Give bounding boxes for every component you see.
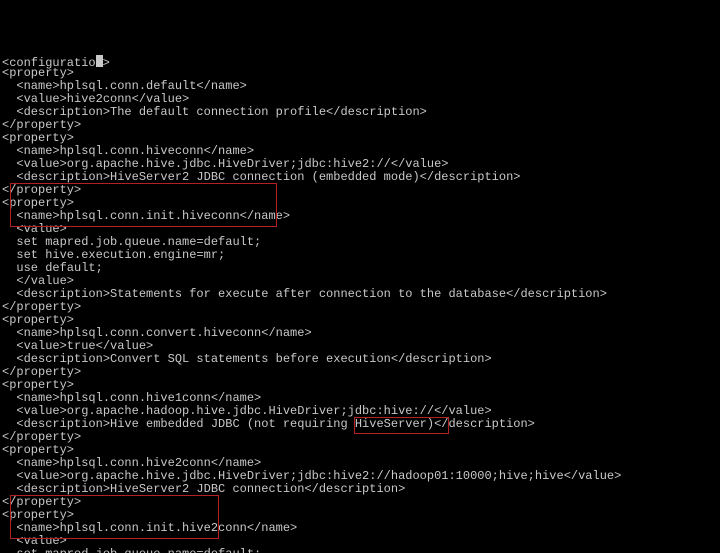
terminal-line: <description>HiveServer2 JDBC connection… <box>2 483 718 496</box>
terminal-line: <description>Hive embedded JDBC (not req… <box>2 418 718 431</box>
terminal-line: <description>The default connection prof… <box>2 106 718 119</box>
terminal-line: </property> <box>2 496 718 509</box>
terminal-line: set hive.execution.engine=mr; <box>2 249 718 262</box>
terminal-line: </property> <box>2 431 718 444</box>
terminal-line: <configuratio> <box>2 54 718 67</box>
terminal-line: </property> <box>2 301 718 314</box>
terminal-output: <configuratio><property> <name>hplsql.co… <box>2 54 718 553</box>
terminal-line: set mapred.job.queue.name=default; <box>2 548 718 553</box>
terminal-line: <description>Convert SQL statements befo… <box>2 353 718 366</box>
terminal-line: <description>HiveServer2 JDBC connection… <box>2 171 718 184</box>
terminal-line: <name>hplsql.conn.init.hive2conn</name> <box>2 522 718 535</box>
terminal-line: <description>Statements for execute afte… <box>2 288 718 301</box>
terminal-line: </property> <box>2 184 718 197</box>
terminal-line: use default; <box>2 262 718 275</box>
terminal-line: </property> <box>2 119 718 132</box>
terminal-line: <name>hplsql.conn.init.hiveconn</name> <box>2 210 718 223</box>
text-cursor <box>96 55 103 67</box>
terminal-line: </property> <box>2 366 718 379</box>
